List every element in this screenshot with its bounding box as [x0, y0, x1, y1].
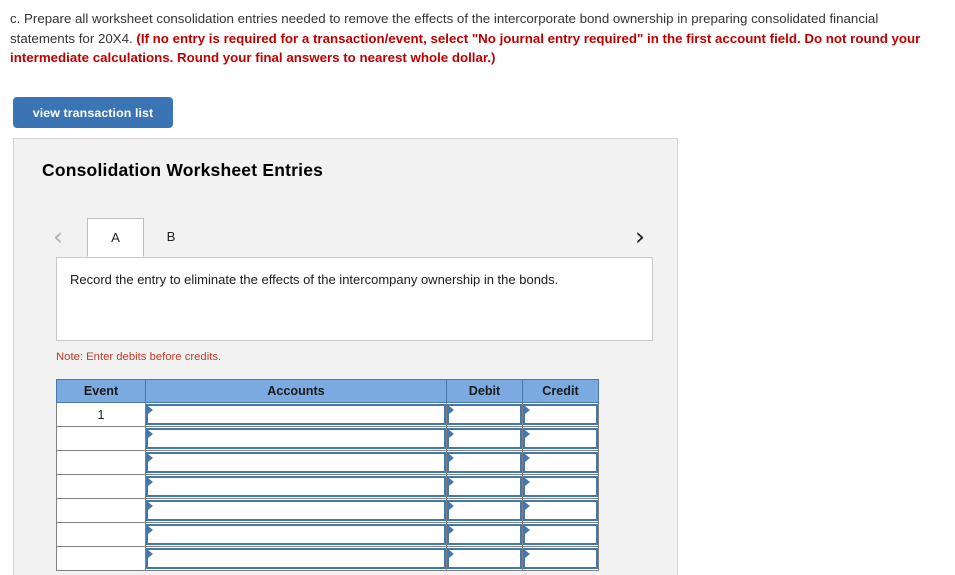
panel-title: Consolidation Worksheet Entries: [42, 160, 324, 180]
credit-input-cell: [522, 498, 599, 523]
table-row: [56, 450, 599, 475]
debit-input-cell: [446, 426, 523, 451]
tab-a[interactable]: A: [87, 218, 144, 257]
debit-input-cell: [446, 402, 523, 427]
prev-tab-arrow-icon[interactable]: ‹: [45, 223, 71, 253]
debit-input-cell: [446, 522, 523, 547]
cell-corner-marker-icon: [449, 478, 454, 486]
cell-corner-marker-icon: [525, 478, 530, 486]
credit-input[interactable]: [523, 428, 598, 449]
credit-input[interactable]: [523, 404, 598, 425]
cell-corner-marker-icon: [148, 430, 153, 438]
debit-input[interactable]: [447, 452, 522, 473]
question-instruction-red: (If no entry is required for a transacti…: [10, 30, 921, 66]
accounts-select-cell: [145, 498, 447, 523]
event-cell: [56, 426, 146, 451]
journal-header-row: Event Accounts Debit Credit: [56, 379, 599, 403]
accounts-select-cell: [145, 426, 447, 451]
next-tab-arrow-icon[interactable]: ›: [627, 223, 653, 253]
credit-input-cell: [522, 474, 599, 499]
credit-input-cell: [522, 522, 599, 547]
debit-input[interactable]: [447, 524, 522, 545]
cell-corner-marker-icon: [148, 478, 153, 486]
event-cell: 1: [56, 402, 146, 427]
credit-input-cell: [522, 426, 599, 451]
accounts-select-cell: [145, 546, 447, 571]
cell-corner-marker-icon: [449, 502, 454, 510]
credit-input[interactable]: [523, 524, 598, 545]
credit-input[interactable]: [523, 476, 598, 497]
tab-b[interactable]: B: [144, 218, 198, 257]
debits-before-credits-note: Note: Enter debits before credits.: [56, 351, 222, 363]
debit-input[interactable]: [447, 476, 522, 497]
table-row: [56, 522, 599, 547]
event-cell: [56, 498, 146, 523]
question-prompt: c. Prepare all worksheet consolidation e…: [10, 9, 940, 68]
accounts-select-cell: [145, 450, 447, 475]
accounts-select[interactable]: [146, 404, 446, 425]
debit-input[interactable]: [447, 548, 522, 569]
column-header-debit: Debit: [446, 379, 523, 403]
credit-input-cell: [522, 402, 599, 427]
debit-input-cell: [446, 498, 523, 523]
cell-corner-marker-icon: [148, 526, 153, 534]
debit-input-cell: [446, 474, 523, 499]
credit-input[interactable]: [523, 452, 598, 473]
table-row: [56, 474, 599, 499]
cell-corner-marker-icon: [525, 502, 530, 510]
instruction-text: Record the entry to eliminate the effect…: [70, 272, 559, 287]
debit-input[interactable]: [447, 428, 522, 449]
cell-corner-marker-icon: [525, 550, 530, 558]
accounts-select[interactable]: [146, 428, 446, 449]
event-cell: [56, 474, 146, 499]
debit-input-cell: [446, 546, 523, 571]
accounts-select[interactable]: [146, 524, 446, 545]
credit-input[interactable]: [523, 500, 598, 521]
view-transaction-list-button[interactable]: view transaction list: [13, 97, 173, 128]
accounts-select-cell: [145, 402, 447, 427]
cell-corner-marker-icon: [148, 550, 153, 558]
cell-corner-marker-icon: [449, 454, 454, 462]
cell-corner-marker-icon: [148, 406, 153, 414]
table-row: [56, 426, 599, 451]
cell-corner-marker-icon: [148, 454, 153, 462]
event-cell: [56, 546, 146, 571]
cell-corner-marker-icon: [449, 406, 454, 414]
journal-entry-table: Event Accounts Debit Credit 1: [56, 379, 599, 571]
debit-input[interactable]: [447, 500, 522, 521]
consolidation-worksheet-panel: Consolidation Worksheet Entries ‹ A B › …: [13, 138, 678, 575]
credit-input[interactable]: [523, 548, 598, 569]
accounts-select[interactable]: [146, 476, 446, 497]
cell-corner-marker-icon: [449, 550, 454, 558]
table-row: [56, 546, 599, 571]
accounts-select[interactable]: [146, 500, 446, 521]
debit-input[interactable]: [447, 404, 522, 425]
cell-corner-marker-icon: [525, 430, 530, 438]
table-row: [56, 498, 599, 523]
accounts-select[interactable]: [146, 548, 446, 569]
event-cell: [56, 522, 146, 547]
cell-corner-marker-icon: [525, 526, 530, 534]
journal-table-body: 1: [56, 402, 599, 571]
credit-input-cell: [522, 450, 599, 475]
cell-corner-marker-icon: [525, 406, 530, 414]
cell-corner-marker-icon: [449, 526, 454, 534]
accounts-select-cell: [145, 522, 447, 547]
exercise-page: c. Prepare all worksheet consolidation e…: [0, 0, 955, 575]
accounts-select[interactable]: [146, 452, 446, 473]
column-header-accounts: Accounts: [145, 379, 447, 403]
table-row: 1: [56, 402, 599, 427]
column-header-credit: Credit: [522, 379, 599, 403]
event-cell: [56, 450, 146, 475]
accounts-select-cell: [145, 474, 447, 499]
column-header-event: Event: [56, 379, 146, 403]
instruction-box: Record the entry to eliminate the effect…: [56, 257, 653, 341]
journal-table-header: Event Accounts Debit Credit: [56, 379, 599, 403]
cell-corner-marker-icon: [525, 454, 530, 462]
debit-input-cell: [446, 450, 523, 475]
credit-input-cell: [522, 546, 599, 571]
tab-strip: ‹ A B ›: [14, 218, 677, 258]
cell-corner-marker-icon: [148, 502, 153, 510]
cell-corner-marker-icon: [449, 430, 454, 438]
